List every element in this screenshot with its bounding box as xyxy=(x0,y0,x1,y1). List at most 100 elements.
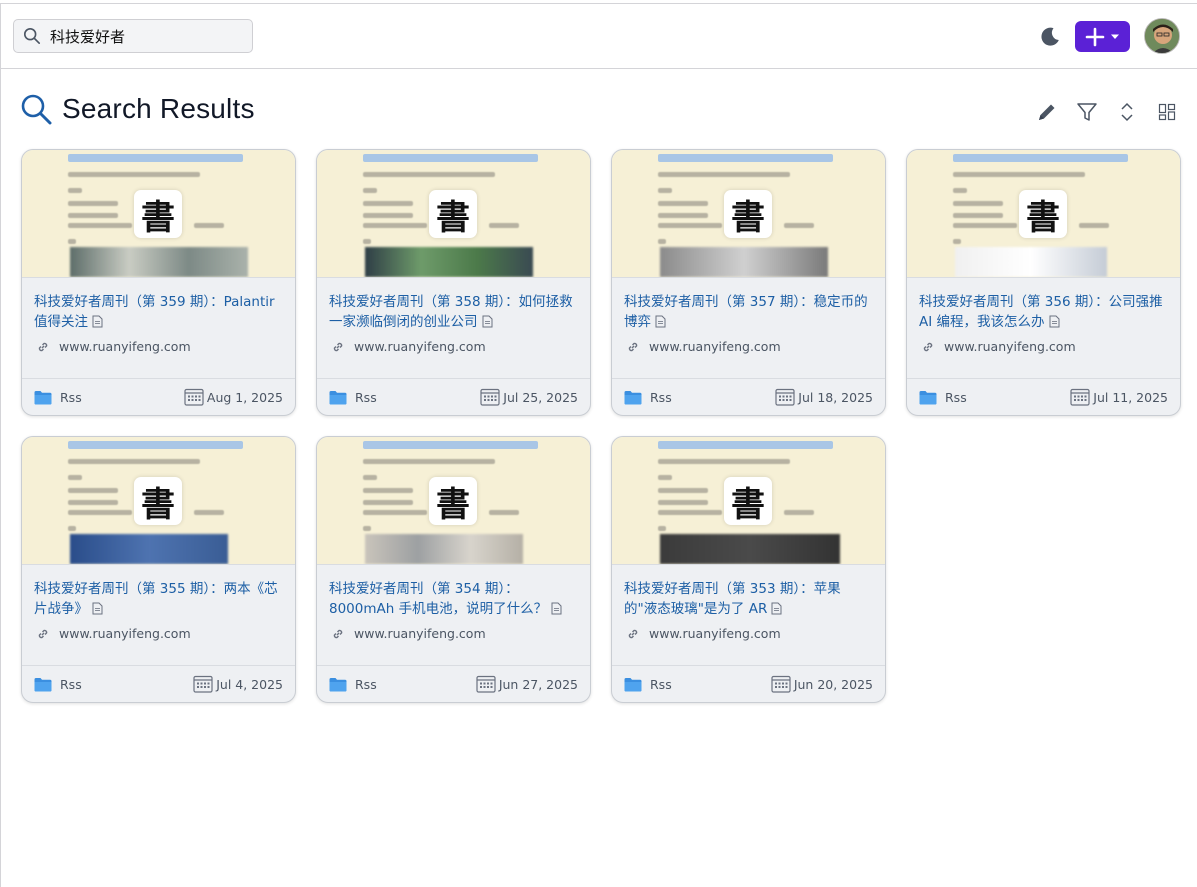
thumb-text-line xyxy=(68,500,118,505)
thumb-photo xyxy=(365,534,523,564)
thumb-text-line xyxy=(363,213,413,218)
thumb-text-line xyxy=(953,213,1003,218)
thumb-text-line xyxy=(194,510,224,515)
card-link[interactable]: www.ruanyifeng.com xyxy=(919,339,1168,354)
card-body: 科技爱好者周刊（第 356 期）：公司强推 AI 编程，我该怎么办 www.ru… xyxy=(907,278,1180,379)
thumb-text-line xyxy=(68,188,82,193)
card-folder[interactable]: Rss xyxy=(329,677,377,692)
thumb-text-line xyxy=(363,475,377,480)
thumb-text-line xyxy=(658,239,666,244)
card-body: 科技爱好者周刊（第 354 期）：8000mAh 手机电池，说明了什么？ www… xyxy=(317,565,590,666)
card-link[interactable]: www.ruanyifeng.com xyxy=(329,339,578,354)
edit-button[interactable] xyxy=(1034,99,1060,125)
card-body: 科技爱好者周刊（第 359 期）：Palantir 值得关注 www.ruany… xyxy=(22,278,295,379)
site-logo: 書 xyxy=(429,477,477,525)
card-link[interactable]: www.ruanyifeng.com xyxy=(624,339,873,354)
site-logo: 書 xyxy=(429,190,477,238)
bookmark-card[interactable]: 書 科技爱好者周刊（第 356 期）：公司强推 AI 编程，我该怎么办 www.… xyxy=(906,149,1181,416)
page-title: Search Results xyxy=(62,93,255,124)
card-folder[interactable]: Rss xyxy=(34,677,82,692)
card-domain: www.ruanyifeng.com xyxy=(944,339,1076,354)
card-thumbnail: 書 xyxy=(22,437,295,565)
view-toolbar xyxy=(1034,99,1180,125)
card-title[interactable]: 科技爱好者周刊（第 356 期）：公司强推 AI 编程，我该怎么办 xyxy=(919,292,1168,332)
calendar-icon xyxy=(771,675,791,693)
sort-button[interactable] xyxy=(1114,99,1140,125)
card-title[interactable]: 科技爱好者周刊（第 359 期）：Palantir 值得关注 xyxy=(34,292,283,332)
add-button[interactable] xyxy=(1075,21,1130,52)
thumb-text-line xyxy=(489,223,519,228)
card-folder[interactable]: Rss xyxy=(34,390,82,405)
calendar-icon xyxy=(193,675,213,693)
search-input[interactable] xyxy=(50,27,240,45)
card-date-text: Jun 20, 2025 xyxy=(793,676,873,692)
card-date: Jun 27, 2025 xyxy=(476,675,578,693)
card-domain: www.ruanyifeng.com xyxy=(59,626,191,641)
card-folder[interactable]: Rss xyxy=(624,390,672,405)
card-date: Jul 18, 2025 xyxy=(775,388,873,406)
thumb-text-line xyxy=(658,500,708,505)
bookmark-card[interactable]: 書 科技爱好者周刊（第 358 期）：如何拯救一家濒临倒闭的创业公司 www.r… xyxy=(316,149,591,416)
card-body: 科技爱好者周刊（第 358 期）：如何拯救一家濒临倒闭的创业公司 www.rua… xyxy=(317,278,590,379)
card-thumbnail: 書 xyxy=(317,437,590,565)
card-folder-name: Rss xyxy=(945,389,967,405)
card-title[interactable]: 科技爱好者周刊（第 355 期）：两本《芯片战争》 xyxy=(34,579,283,619)
card-thumbnail: 書 xyxy=(612,437,885,565)
card-folder-name: Rss xyxy=(355,389,377,405)
document-icon xyxy=(551,602,562,615)
thumb-text-line xyxy=(363,188,377,193)
thumb-text-line xyxy=(489,510,519,515)
thumb-text-line xyxy=(68,172,200,177)
filter-button[interactable] xyxy=(1074,99,1100,125)
card-title[interactable]: 科技爱好者周刊（第 353 期）：苹果的"液态玻璃"是为了 AR xyxy=(624,579,873,619)
bookmark-card[interactable]: 書 科技爱好者周刊（第 354 期）：8000mAh 手机电池，说明了什么？ w… xyxy=(316,436,591,703)
filter-icon xyxy=(1077,103,1097,121)
card-footer: Rss Jun 27, 2025 xyxy=(317,666,590,702)
card-thumbnail: 書 xyxy=(22,150,295,278)
card-title-text: 科技爱好者周刊（第 359 期）：Palantir 值得关注 xyxy=(34,294,275,330)
user-avatar[interactable] xyxy=(1144,18,1180,54)
bookmark-card[interactable]: 書 科技爱好者周刊（第 357 期）：稳定币的博弈 www.ruanyifeng… xyxy=(611,149,886,416)
link-icon xyxy=(333,629,343,638)
thumb-text-line xyxy=(363,526,371,531)
document-icon xyxy=(482,315,492,328)
search-icon xyxy=(23,27,41,45)
layout-icon xyxy=(1158,103,1176,121)
logo-glyph: 書 xyxy=(731,484,765,525)
card-link[interactable]: www.ruanyifeng.com xyxy=(329,626,578,641)
results-header: Search Results xyxy=(20,92,1180,132)
card-folder[interactable]: Rss xyxy=(624,677,672,692)
thumb-photo xyxy=(365,247,533,277)
thumb-text-line xyxy=(1079,223,1109,228)
card-title[interactable]: 科技爱好者周刊（第 358 期）：如何拯救一家濒临倒闭的创业公司 xyxy=(329,292,578,332)
logo-glyph: 書 xyxy=(436,197,470,238)
layout-button[interactable] xyxy=(1154,99,1180,125)
thumb-photo xyxy=(955,247,1107,277)
bookmark-card[interactable]: 書 科技爱好者周刊（第 355 期）：两本《芯片战争》 www.ruanyife… xyxy=(21,436,296,703)
site-logo: 書 xyxy=(134,477,182,525)
logo-glyph: 書 xyxy=(141,484,175,525)
card-link[interactable]: www.ruanyifeng.com xyxy=(34,339,283,354)
thumb-photo xyxy=(660,247,828,277)
bookmark-card[interactable]: 書 科技爱好者周刊（第 353 期）：苹果的"液态玻璃"是为了 AR www.r… xyxy=(611,436,886,703)
card-link[interactable]: www.ruanyifeng.com xyxy=(624,626,873,641)
card-footer: Rss Jul 25, 2025 xyxy=(317,379,590,415)
card-domain: www.ruanyifeng.com xyxy=(354,339,486,354)
card-title-text: 科技爱好者周刊（第 354 期）：8000mAh 手机电池，说明了什么？ xyxy=(329,581,548,617)
card-thumbnail: 書 xyxy=(907,150,1180,278)
card-footer: Rss Jul 11, 2025 xyxy=(907,379,1180,415)
moon-icon[interactable] xyxy=(1038,25,1062,49)
results-grid: 書 科技爱好者周刊（第 359 期）：Palantir 值得关注 www.rua… xyxy=(21,149,1181,703)
card-link[interactable]: www.ruanyifeng.com xyxy=(34,626,283,641)
card-title[interactable]: 科技爱好者周刊（第 354 期）：8000mAh 手机电池，说明了什么？ xyxy=(329,579,578,619)
thumb-text-line xyxy=(953,239,961,244)
search-box[interactable] xyxy=(13,19,253,53)
thumb-text-line xyxy=(953,223,1017,228)
link-icon xyxy=(628,342,638,351)
card-folder[interactable]: Rss xyxy=(329,390,377,405)
bookmark-card[interactable]: 書 科技爱好者周刊（第 359 期）：Palantir 值得关注 www.rua… xyxy=(21,149,296,416)
card-footer: Rss Jul 18, 2025 xyxy=(612,379,885,415)
card-title[interactable]: 科技爱好者周刊（第 357 期）：稳定币的博弈 xyxy=(624,292,873,332)
thumb-text-line xyxy=(658,475,672,480)
card-folder[interactable]: Rss xyxy=(919,390,967,405)
